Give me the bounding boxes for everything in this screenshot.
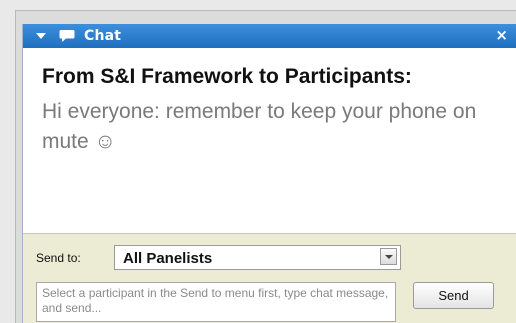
chat-bubble-icon xyxy=(59,30,75,42)
send-button[interactable]: Send xyxy=(413,282,494,309)
message-sender: From S&I Framework to Participants: xyxy=(42,65,412,88)
message-area: From S&I Framework to Participants: Hi e… xyxy=(23,48,516,233)
chat-panel: Chat × From S&I Framework to Participant… xyxy=(22,24,516,323)
chat-titlebar: Chat × xyxy=(23,24,516,48)
chat-message-input[interactable]: Select a participant in the Send to menu… xyxy=(36,282,396,322)
send-to-select[interactable]: All Panelists xyxy=(114,245,401,270)
collapse-triangle-icon[interactable] xyxy=(36,33,46,39)
message-text: Hi everyone: remember to keep your phone… xyxy=(42,100,477,153)
send-to-value: All Panelists xyxy=(123,250,213,267)
compose-area: Send to: All Panelists Select a particip… xyxy=(23,233,516,323)
close-icon[interactable]: × xyxy=(495,26,508,44)
send-to-label: Send to: xyxy=(36,251,81,265)
chevron-down-icon[interactable] xyxy=(380,248,397,265)
panel-title: Chat xyxy=(84,28,122,44)
